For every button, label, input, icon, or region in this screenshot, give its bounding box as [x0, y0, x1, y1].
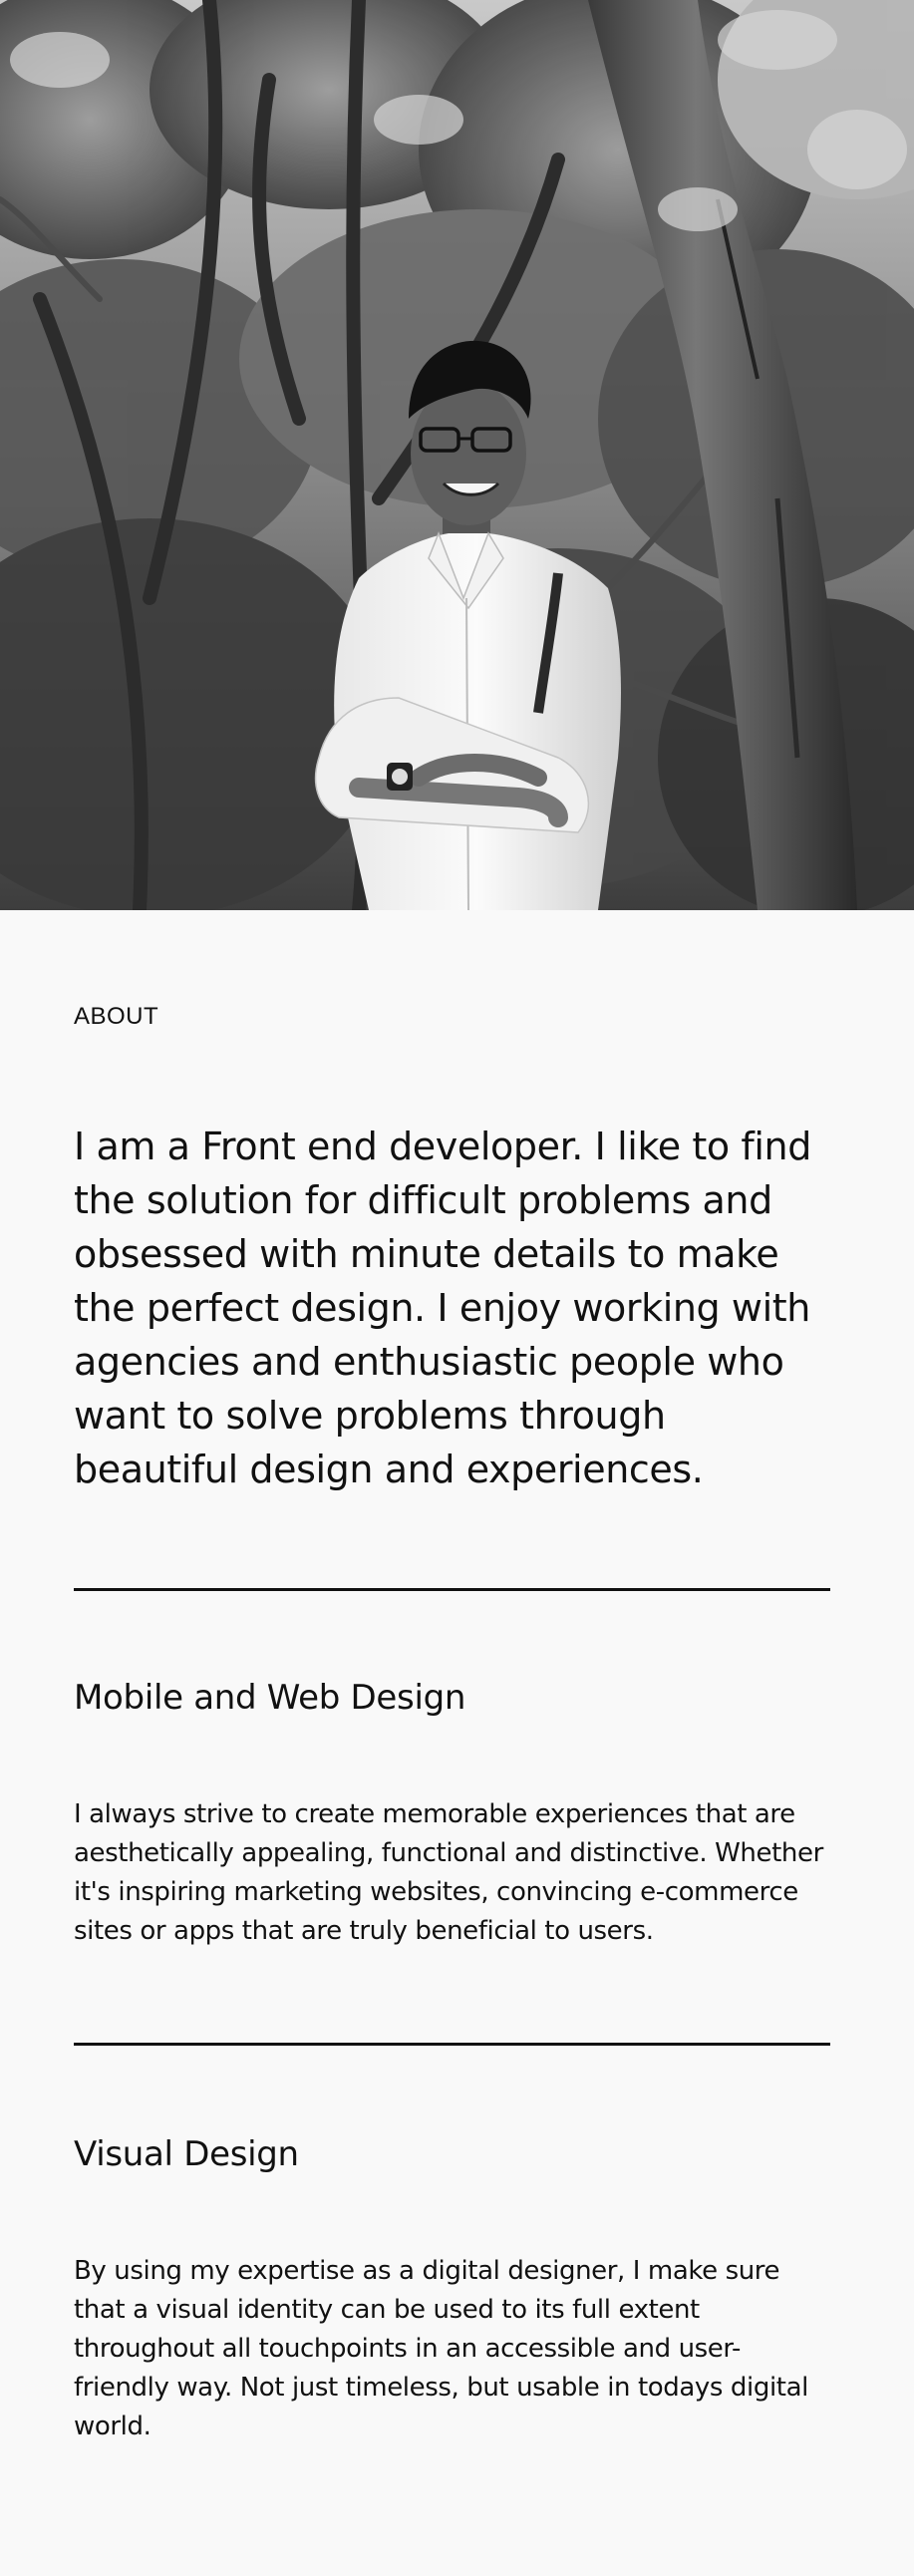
profile-photo [0, 0, 914, 910]
hero-photo [0, 0, 914, 910]
divider [74, 1588, 830, 1591]
divider [74, 2043, 830, 2046]
service-title: Mobile and Web Design [74, 1678, 466, 1718]
section-eyebrow: ABOUT [74, 1003, 159, 1030]
intro-paragraph: I am a Front end developer. I like to fi… [74, 1125, 811, 1491]
service-description: By using my expertise as a digital desig… [74, 2256, 808, 2441]
service-title: Visual Design [74, 2134, 299, 2174]
service-description: I always strive to create memorable expe… [74, 1799, 823, 1946]
